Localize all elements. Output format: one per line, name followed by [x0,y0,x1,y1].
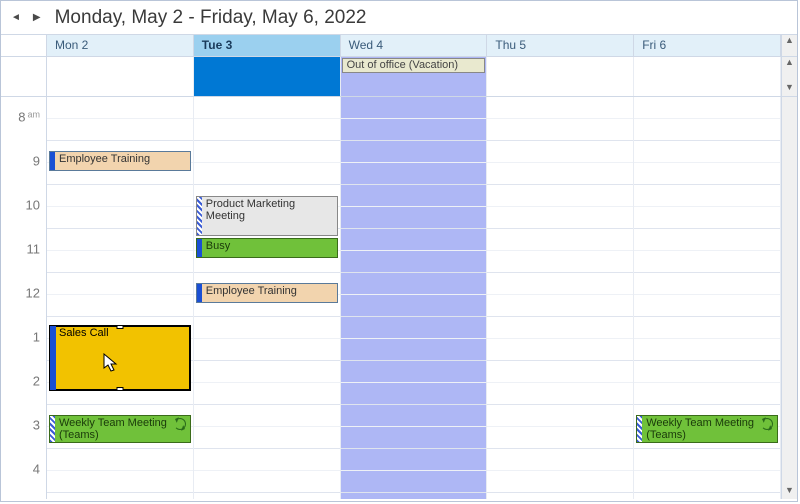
hour-label: 3 [33,418,40,433]
hour-label: 1 [33,330,40,345]
next-week-button[interactable]: ▶ [29,10,45,25]
scroll-down-button[interactable]: ▼ [782,485,797,499]
allday-scroll-gutter: ▲ [781,35,797,56]
hour-label: 8am [18,110,40,125]
appt-sales-call[interactable]: Sales Call [49,325,191,391]
date-range-title: Monday, May 2 - Friday, May 6, 2022 [55,7,367,29]
allday-event-vacation[interactable]: Out of office (Vacation) [342,58,486,73]
allday-expand-down[interactable]: ▼ [782,82,797,96]
day-header-thu[interactable]: Thu 5 [487,35,634,56]
day-header-fri[interactable]: Fri 6 [634,35,781,56]
hour-label: 9 [33,154,40,169]
day-header-mon[interactable]: Mon 2 [47,35,194,56]
day-column-tue[interactable]: Product Marketing Meeting Busy Employee … [194,97,341,499]
day-column-fri[interactable]: Weekly Team Meeting (Teams) [634,97,781,499]
time-gutter-header [1,35,47,56]
hour-label: 11 [27,242,41,257]
appt-employee-training-mon[interactable]: Employee Training [49,151,191,171]
allday-gutter [1,57,47,96]
allday-expand-up[interactable]: ▲ [782,57,797,71]
appt-employee-training-tue[interactable]: Employee Training [196,283,338,303]
allday-cell-tue[interactable] [194,57,341,96]
allday-cell-mon[interactable] [47,57,194,96]
prev-week-button[interactable]: ◄ [7,10,25,25]
day-header-tue[interactable]: Tue 3 [194,35,341,56]
hour-label: 12 [26,286,40,301]
day-column-wed[interactable] [341,97,488,499]
timegrid-scroll-gutter[interactable]: ▼ [781,97,797,499]
appt-busy[interactable]: Busy [196,238,338,258]
hour-label: 4 [33,462,40,477]
allday-cell-fri[interactable] [634,57,781,96]
day-column-mon[interactable]: Employee Training Sales Call Weekly Team… [47,97,194,499]
allday-scroll: ▲ ▼ [781,57,797,96]
allday-cell-wed[interactable]: Out of office (Vacation) [341,57,488,96]
day-column-thu[interactable] [487,97,634,499]
recurrence-icon [761,418,773,430]
hour-label: 10 [26,198,40,213]
resize-handle-bottom[interactable] [116,387,123,391]
day-header-wed[interactable]: Wed 4 [341,35,488,56]
hour-label: 2 [33,374,40,389]
appt-weekly-team-mon[interactable]: Weekly Team Meeting (Teams) [49,415,191,443]
appt-product-marketing[interactable]: Product Marketing Meeting [196,196,338,236]
allday-scroll-up[interactable]: ▲ [782,35,797,49]
time-gutter: 8am 9 10 11 12 1 2 3 4 [1,97,47,499]
allday-cell-thu[interactable] [487,57,634,96]
resize-handle-top[interactable] [116,325,123,329]
recurrence-icon [174,418,186,430]
appt-weekly-team-fri[interactable]: Weekly Team Meeting (Teams) [636,415,778,443]
